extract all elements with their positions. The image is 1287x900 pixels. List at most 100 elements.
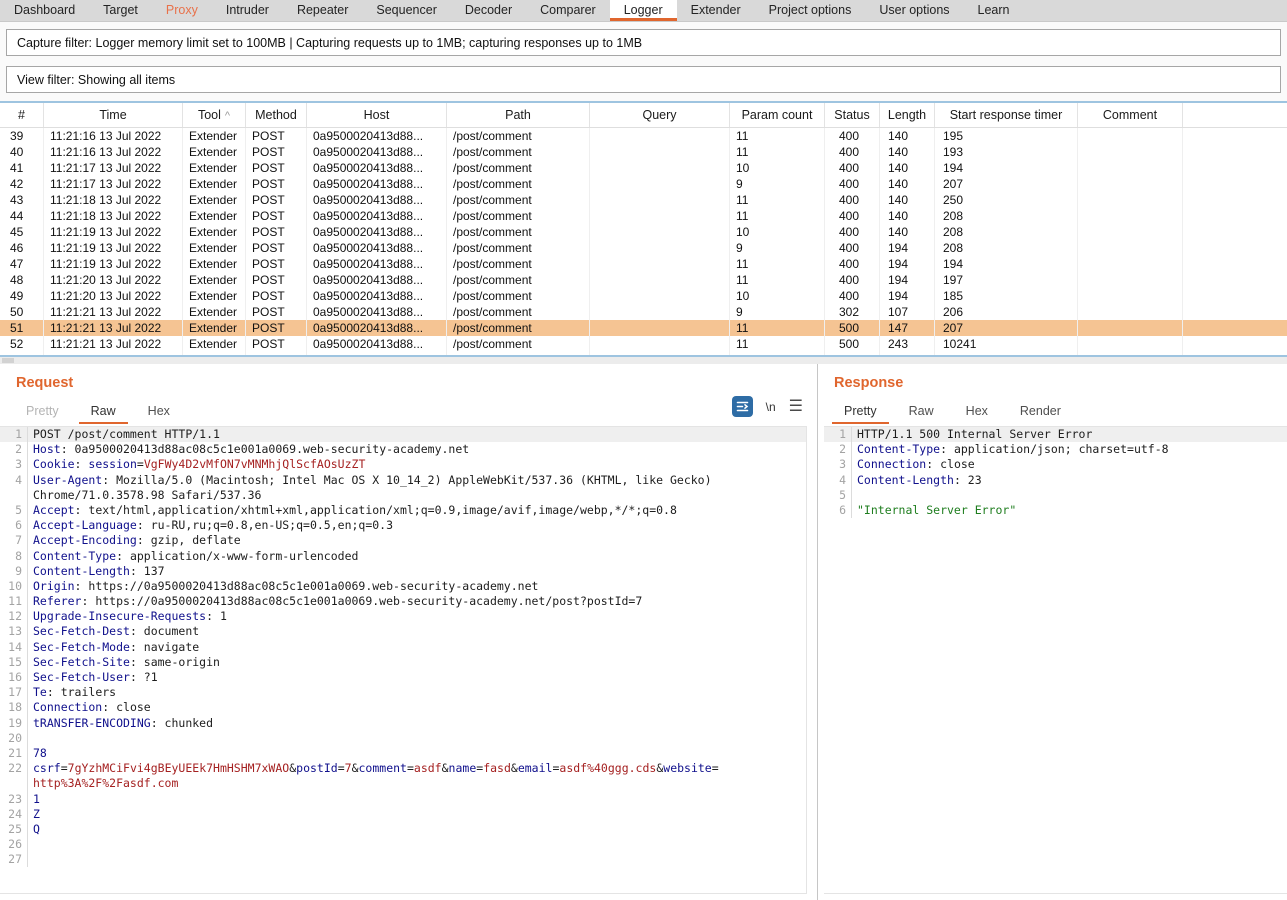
editor-line: 5 Accept: text/html,application/xhtml+xm… (0, 503, 806, 518)
cell-param-count: 11 (730, 336, 825, 352)
editor-line: 8 Content-Type: application/x-www-form-u… (0, 549, 806, 564)
line-number: 16 (0, 670, 28, 685)
menu-tab-proxy[interactable]: Proxy (152, 0, 212, 21)
editor-line: 9 Content-Length: 137 (0, 564, 806, 579)
line-number: 24 (0, 807, 28, 822)
table-row[interactable]: 5011:21:21 13 Jul 2022ExtenderPOST0a9500… (0, 304, 1287, 320)
cell-param-count: 11 (730, 128, 825, 144)
editor-line: 27 (0, 852, 806, 867)
menu-tab-comparer[interactable]: Comparer (526, 0, 610, 21)
line-text: Te: trailers (28, 685, 116, 700)
horizontal-splitter[interactable] (0, 357, 1287, 364)
cell-host: 0a9500020413d88... (307, 224, 447, 240)
cell-status: 400 (825, 160, 880, 176)
table-row[interactable]: 3911:21:16 13 Jul 2022ExtenderPOST0a9500… (0, 128, 1287, 144)
table-row[interactable]: 4911:21:20 13 Jul 2022ExtenderPOST0a9500… (0, 288, 1287, 304)
cell-time: 11:21:17 13 Jul 2022 (44, 160, 183, 176)
show-newlines-icon[interactable]: \n (766, 400, 776, 414)
column-header[interactable]: Time^ (44, 103, 183, 127)
cell-method: POST (246, 208, 307, 224)
column-header[interactable]: Query^ (590, 103, 730, 127)
editor-tab-raw[interactable]: Raw (75, 400, 132, 424)
prettify-icon[interactable] (732, 396, 753, 417)
menu-tab-logger[interactable]: Logger (610, 0, 677, 21)
table-row[interactable]: 4211:21:17 13 Jul 2022ExtenderPOST0a9500… (0, 176, 1287, 192)
table-row[interactable]: 4511:21:19 13 Jul 2022ExtenderPOST0a9500… (0, 224, 1287, 240)
cell-comment (1078, 288, 1183, 304)
menu-tab-intruder[interactable]: Intruder (212, 0, 283, 21)
cell-path: /post/comment (447, 256, 590, 272)
capture-filter-bar[interactable]: Capture filter: Logger memory limit set … (6, 29, 1281, 56)
editor-line: 19 tRANSFER-ENCODING: chunked (0, 716, 806, 731)
editor-line: 2 Content-Type: application/json; charse… (824, 442, 1287, 457)
menu-tab-target[interactable]: Target (89, 0, 152, 21)
menu-tab-decoder[interactable]: Decoder (451, 0, 526, 21)
table-row[interactable]: 5111:21:21 13 Jul 2022ExtenderPOST0a9500… (0, 320, 1287, 336)
menu-tab-project-options[interactable]: Project options (755, 0, 866, 21)
menu-tab-repeater[interactable]: Repeater (283, 0, 362, 21)
line-text: "Internal Server Error" (852, 503, 1016, 518)
cell-filler (1183, 240, 1287, 256)
line-text: Sec-Fetch-Mode: navigate (28, 640, 199, 655)
line-text (852, 488, 857, 503)
column-header[interactable]: Start response timer^ (935, 103, 1078, 127)
cell-id: 42 (0, 176, 44, 192)
menu-tab-user-options[interactable]: User options (865, 0, 963, 21)
cell-param-count: 10 (730, 160, 825, 176)
column-header-label: Host (364, 108, 390, 122)
cell-host: 0a9500020413d88... (307, 288, 447, 304)
line-text: Chrome/71.0.3578.98 Safari/537.36 (28, 488, 261, 503)
editor-tab-hex[interactable]: Hex (132, 400, 186, 424)
column-header[interactable]: #^ (0, 103, 44, 127)
editor-tab-pretty[interactable]: Pretty (10, 400, 75, 424)
column-header-label: # (18, 108, 25, 122)
menu-tab-dashboard[interactable]: Dashboard (0, 0, 89, 21)
column-header[interactable]: Path^ (447, 103, 590, 127)
view-filter-bar[interactable]: View filter: Showing all items (6, 66, 1281, 93)
line-number: 10 (0, 579, 28, 594)
editor-tab-render[interactable]: Render (1004, 400, 1077, 424)
editor-tab-raw[interactable]: Raw (893, 400, 950, 424)
cell-param-count: 10 (730, 224, 825, 240)
cell-filler (1183, 224, 1287, 240)
line-number: 2 (824, 442, 852, 457)
cell-comment (1078, 336, 1183, 352)
cell-id: 46 (0, 240, 44, 256)
response-editor[interactable]: 1 HTTP/1.1 500 Internal Server Error 2 C… (824, 426, 1287, 894)
table-row[interactable]: 4111:21:17 13 Jul 2022ExtenderPOST0a9500… (0, 160, 1287, 176)
column-header[interactable]: Host^ (307, 103, 447, 127)
cell-host: 0a9500020413d88... (307, 304, 447, 320)
table-row[interactable]: 4611:21:19 13 Jul 2022ExtenderPOST0a9500… (0, 240, 1287, 256)
line-text: 1 (28, 792, 40, 807)
table-row[interactable]: 4711:21:19 13 Jul 2022ExtenderPOST0a9500… (0, 256, 1287, 272)
editor-tab-hex[interactable]: Hex (950, 400, 1004, 424)
column-header[interactable]: Method^ (246, 103, 307, 127)
menu-tab-learn[interactable]: Learn (964, 0, 1024, 21)
cell-path: /post/comment (447, 320, 590, 336)
column-header[interactable]: Tool^ (183, 103, 246, 127)
menu-tab-extender[interactable]: Extender (677, 0, 755, 21)
cell-comment (1078, 160, 1183, 176)
cell-path: /post/comment (447, 272, 590, 288)
table-row[interactable]: 4811:21:20 13 Jul 2022ExtenderPOST0a9500… (0, 272, 1287, 288)
line-text: Content-Length: 23 (852, 473, 982, 488)
column-header[interactable]: Comment^ (1078, 103, 1183, 127)
line-text: Content-Length: 137 (28, 564, 165, 579)
cell-query (590, 336, 730, 352)
editor-tab-pretty[interactable]: Pretty (828, 400, 893, 424)
cell-comment (1078, 224, 1183, 240)
table-row[interactable]: 4011:21:16 13 Jul 2022ExtenderPOST0a9500… (0, 144, 1287, 160)
column-header[interactable]: Length^ (880, 103, 935, 127)
column-header[interactable]: Param count^ (730, 103, 825, 127)
column-header[interactable]: Status^ (825, 103, 880, 127)
table-row[interactable]: 4311:21:18 13 Jul 2022ExtenderPOST0a9500… (0, 192, 1287, 208)
menu-tab-sequencer[interactable]: Sequencer (362, 0, 450, 21)
request-editor[interactable]: 1 POST /post/comment HTTP/1.1 2 Host: 0a… (0, 426, 807, 894)
line-number: 17 (0, 685, 28, 700)
table-row[interactable]: 5211:21:21 13 Jul 2022ExtenderPOST0a9500… (0, 336, 1287, 352)
table-row[interactable]: 4411:21:18 13 Jul 2022ExtenderPOST0a9500… (0, 208, 1287, 224)
logger-table[interactable]: #^ Time^ Tool^ Method^ Host^ Path^ Query… (0, 101, 1287, 357)
hamburger-icon[interactable]: ☰ (789, 400, 803, 414)
editor-line: 4 Content-Length: 23 (824, 473, 1287, 488)
line-text: Origin: https://0a9500020413d88ac08c5c1e… (28, 579, 538, 594)
